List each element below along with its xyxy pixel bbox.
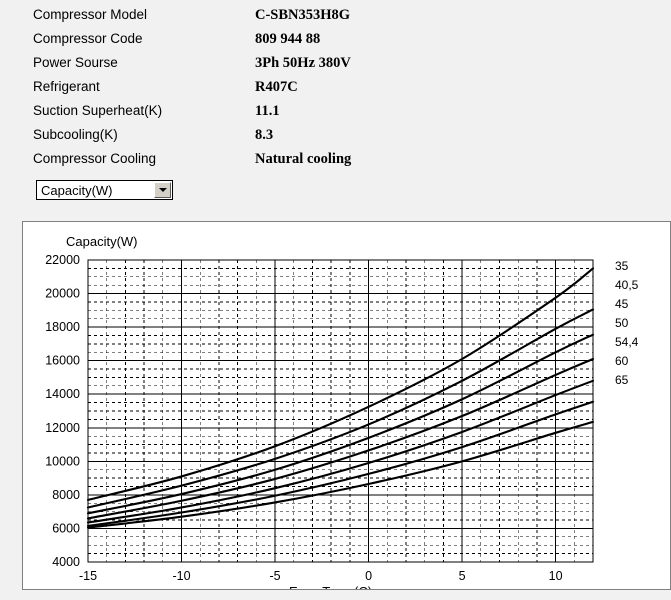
y-tick-label: 18000: [45, 320, 80, 334]
spec-value-compressor-cooling: Natural cooling: [255, 151, 352, 167]
unit-select[interactable]: Capacity(W): [36, 180, 173, 200]
window-bottom-frame: [0, 590, 671, 600]
series-group: [86, 267, 595, 529]
y-tick-label: 22000: [45, 253, 80, 267]
spec-label-refrigerant: Refrigerant: [33, 79, 100, 94]
x-tick-label: -5: [269, 569, 280, 583]
y-tick-label: 10000: [45, 454, 80, 468]
series-curve: [86, 379, 595, 524]
legend-item: 45: [615, 297, 629, 311]
legend: 35 40,5 45 50 54,4 60 65: [615, 259, 639, 387]
x-tick-labels: -15 -10 -5 0 5 10: [79, 569, 563, 583]
spec-value-refrigerant: R407C: [255, 79, 298, 95]
spec-label-compressor-cooling: Compressor Cooling: [33, 151, 157, 166]
y-axis-title: Capacity(W): [66, 234, 138, 249]
x-tick-label: -10: [172, 569, 190, 583]
y-tick-label: 6000: [52, 521, 80, 535]
spec-label-power-sourse: Power Sourse: [33, 55, 118, 70]
capacity-chart: Capacity(W) 4000 6000 8000 10000 12000 14000 16…: [45, 234, 639, 589]
y-tick-label: 20000: [45, 287, 80, 301]
legend-item: 50: [615, 316, 629, 330]
y-tick-label: 8000: [52, 488, 80, 502]
x-tick-label: -15: [79, 569, 97, 583]
x-tick-label: 5: [459, 569, 466, 583]
series-curve: [86, 267, 595, 501]
y-tick-label: 12000: [45, 421, 80, 435]
capacity-chart-panel: Capacity(W) 4000 6000 8000 10000 12000 14000 16…: [22, 221, 671, 590]
y-tick-label: 14000: [45, 387, 80, 401]
x-axis-title: Evap.Temp(C): [289, 584, 372, 589]
unit-select-value: Capacity(W): [41, 183, 113, 198]
legend-item: 60: [615, 354, 629, 368]
spec-value-compressor-model: C-SBN353H8G: [255, 7, 351, 23]
spec-label-subcooling: Subcooling(K): [33, 127, 118, 142]
window-left-frame: [0, 221, 22, 600]
y-tick-label: 16000: [45, 354, 80, 368]
legend-item: 65: [615, 373, 629, 387]
spec-value-power-sourse: 3Ph 50Hz 380V: [255, 55, 351, 71]
spec-label-compressor-code: Compressor Code: [33, 31, 143, 46]
y-tick-labels: 4000 6000 8000 10000 12000 14000 16000 18000 200…: [45, 253, 80, 569]
y-tick-label: 4000: [52, 555, 80, 569]
spec-value-subcooling: 8.3: [255, 127, 274, 143]
spec-label-suction-superheat: Suction Superheat(K): [33, 103, 163, 118]
spec-label-compressor-model: Compressor Model: [33, 7, 148, 22]
legend-item: 40,5: [615, 278, 639, 292]
x-tick-label: 10: [549, 569, 563, 583]
legend-item: 35: [615, 259, 629, 273]
spec-value-compressor-code: 809 944 88: [255, 31, 321, 47]
x-tick-label: 0: [365, 569, 372, 583]
chevron-down-icon[interactable]: [154, 182, 171, 198]
legend-item: 54,4: [615, 335, 639, 349]
spec-value-suction-superheat: 11.1: [255, 103, 280, 119]
